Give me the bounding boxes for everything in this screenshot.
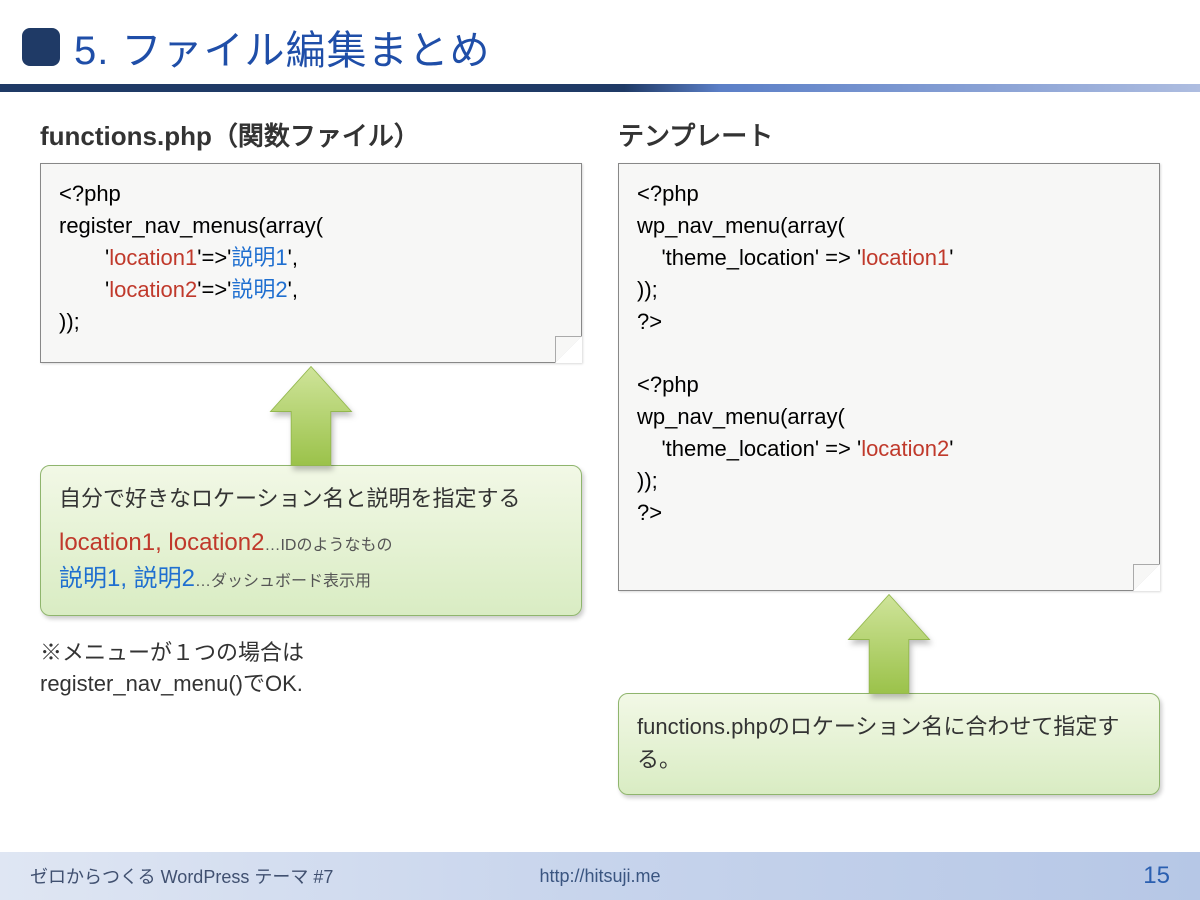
callout-sub1: location1, location2…IDのようなもの: [59, 525, 563, 561]
code-text: wp_nav_menu(array(: [637, 404, 845, 429]
callout-blue-text: 説明1, 説明2: [59, 565, 195, 592]
left-column: functions.php（関数ファイル） <?php register_nav…: [40, 116, 582, 842]
code-line: register_nav_menus(array(: [59, 210, 563, 242]
code-text: 'theme_location' => ': [637, 436, 861, 461]
code-line: ));: [637, 465, 1141, 497]
code-line: ));: [59, 306, 563, 338]
footer-left: ゼロからつくる WordPress テーマ #7: [30, 863, 333, 889]
code-text: location1: [861, 245, 949, 270]
code-text: 説明2: [231, 277, 287, 302]
code-line: [637, 337, 1141, 369]
code-text: ?>: [637, 309, 662, 334]
code-line: ?>: [637, 497, 1141, 529]
page-fold-icon: [555, 336, 581, 362]
code-text: '=>': [197, 245, 231, 270]
code-text: location2: [861, 436, 949, 461]
left-callout: 自分で好きなロケーション名と説明を指定する location1, locatio…: [40, 465, 582, 616]
code-text: 'theme_location' => ': [637, 245, 861, 270]
footer: ゼロからつくる WordPress テーマ #7 http://hitsuji.…: [0, 852, 1200, 900]
slide: 5. ファイル編集まとめ functions.php（関数ファイル） <?php…: [0, 0, 1200, 900]
right-callout: functions.phpのロケーション名に合わせて指定する。: [618, 693, 1160, 795]
title-divider: [0, 84, 1200, 92]
code-line: <?php: [59, 178, 563, 210]
code-text: <?php: [59, 181, 121, 206]
code-text: ));: [637, 277, 658, 302]
right-column: テンプレート <?php wp_nav_menu(array( 'theme_l…: [618, 116, 1160, 842]
code-line: <?php: [637, 178, 1141, 210]
slide-body: functions.php（関数ファイル） <?php register_nav…: [0, 92, 1200, 842]
callout-small-text: …ダッシュボード表示用: [195, 573, 371, 590]
template-code-box: <?php wp_nav_menu(array( 'theme_location…: [618, 163, 1160, 591]
code-text: location2: [109, 277, 197, 302]
code-line: wp_nav_menu(array(: [637, 401, 1141, 433]
arrow-up-icon: [266, 361, 356, 471]
code-line: ?>: [637, 306, 1141, 338]
callout-main-text: 自分で好きなロケーション名と説明を指定する: [59, 482, 563, 515]
left-note: ※メニューが１つの場合は register_nav_menu()でOK.: [40, 638, 582, 700]
right-heading: テンプレート: [618, 116, 1160, 153]
code-text: 説明1: [231, 245, 287, 270]
code-text: location1: [109, 245, 197, 270]
code-line: <?php: [637, 369, 1141, 401]
code-line: wp_nav_menu(array(: [637, 210, 1141, 242]
code-line: 'theme_location' => 'location2': [637, 433, 1141, 465]
code-text: <?php: [637, 372, 699, 397]
code-text: '=>': [197, 277, 231, 302]
code-line: ));: [637, 274, 1141, 306]
code-text: ?>: [637, 500, 662, 525]
code-text: wp_nav_menu(array(: [637, 213, 845, 238]
title-bullet-icon: [22, 28, 60, 66]
code-text: register_nav_menus(array(: [59, 213, 323, 238]
callout-sub2: 説明1, 説明2…ダッシュボード表示用: [59, 561, 563, 597]
page-fold-icon: [1133, 564, 1159, 590]
code-text: ',: [288, 277, 298, 302]
code-text: <?php: [637, 181, 699, 206]
page-number: 15: [1143, 862, 1170, 890]
arrow-up-icon: [844, 589, 934, 699]
code-text: ',: [288, 245, 298, 270]
code-text: ': [949, 436, 953, 461]
code-text: ));: [637, 468, 658, 493]
arrow-container: [618, 589, 1160, 699]
footer-url: http://hitsuji.me: [539, 866, 660, 887]
left-heading: functions.php（関数ファイル）: [40, 116, 582, 153]
callout-red-text: location1, location2: [59, 529, 264, 556]
code-line: 'theme_location' => 'location1': [637, 242, 1141, 274]
title-row: 5. ファイル編集まとめ: [0, 0, 1200, 84]
code-text: ': [949, 245, 953, 270]
slide-title: 5. ファイル編集まとめ: [74, 18, 490, 76]
code-text: ));: [59, 309, 80, 334]
code-line: 'location1'=>'説明1',: [59, 242, 563, 274]
code-line: 'location2'=>'説明2',: [59, 274, 563, 306]
arrow-container: [40, 361, 582, 471]
functions-code-box: <?php register_nav_menus(array( 'locatio…: [40, 163, 582, 363]
callout-small-text: …IDのようなもの: [264, 537, 392, 554]
